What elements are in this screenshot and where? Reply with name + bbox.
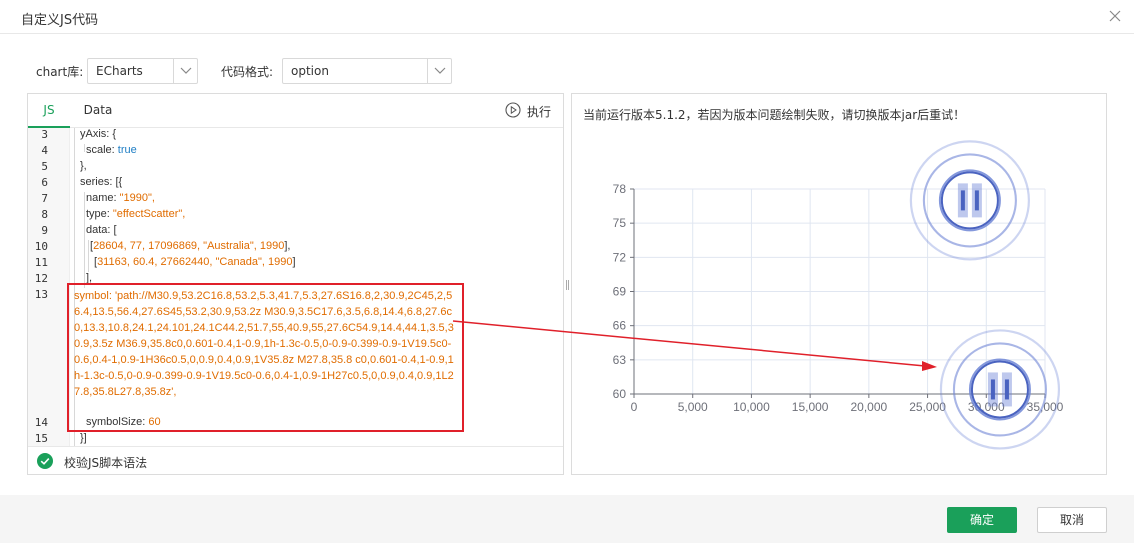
code-line: series: [{ (80, 176, 123, 188)
line-number: 15 (34, 432, 48, 445)
x-tick-label: 25,000 (909, 400, 946, 414)
chevron-down-icon (173, 59, 197, 83)
dialog-footer: 确定 取消 (0, 495, 1134, 543)
panel-splitter[interactable] (566, 280, 569, 290)
validate-label: 校验JS脚本语法 (64, 456, 148, 470)
play-icon (505, 102, 521, 118)
code-line: }, (80, 160, 87, 172)
code-line: scale: true (86, 144, 137, 156)
code-line: yAxis: { (80, 128, 117, 140)
code-area[interactable]: 3 4 5 6 7 8 9 10 11 12 13 14 15 yAxis: {… (28, 128, 563, 446)
scatter-chart: 60 63 66 69 72 75 78 0 5,000 10,000 15,000 20,000 25… (613, 140, 1064, 450)
data-point-bar (960, 190, 965, 211)
code-line: type: "effectScatter", (86, 208, 186, 220)
chart-lib-select[interactable]: ECharts (87, 58, 198, 84)
y-tick-label: 72 (613, 250, 627, 264)
code-editor-panel: JS Data 执行 3 4 5 6 7 8 9 10 11 12 13 14 … (27, 93, 564, 475)
indent-guide (88, 240, 89, 272)
line-number: 6 (41, 176, 48, 189)
ripple-ring (922, 153, 1017, 248)
tab-js[interactable]: JS (28, 94, 70, 128)
code-line-symbol: symbol: 'path://M30.9,53.2C16.8,53.2,5.3… (74, 290, 454, 398)
line-number: 12 (34, 272, 48, 285)
validate-js-button[interactable]: 校验JS脚本语法 (28, 446, 563, 474)
y-tick-label: 69 (613, 285, 627, 299)
check-circle-icon (37, 453, 53, 469)
line-number: 7 (41, 192, 48, 205)
code-line: symbolSize: 60 (86, 416, 161, 428)
close-icon[interactable] (1106, 7, 1124, 25)
line-number: 13 (34, 288, 48, 301)
ripple-ring (939, 329, 1061, 450)
x-tick-label: 20,000 (851, 400, 888, 414)
code-line: name: "1990", (86, 192, 155, 204)
confirm-button[interactable]: 确定 (947, 507, 1017, 533)
run-label: 执行 (527, 105, 552, 119)
options-row: chart库: ECharts 代码格式: option (0, 58, 1134, 84)
code-line: ], (86, 272, 93, 284)
y-tick-label: 75 (613, 216, 627, 230)
ripple-ring (938, 169, 1001, 232)
ripple-ring (952, 342, 1047, 437)
code-line: data: [ (86, 224, 117, 236)
ripple-ring (909, 140, 1030, 261)
dialog-title: 自定义JS代码 (21, 13, 99, 28)
data-point-symbol (940, 171, 999, 230)
y-tick-label: 63 (613, 353, 627, 367)
y-tick-label: 78 (613, 182, 627, 196)
line-number: 4 (41, 144, 48, 157)
chart-lib-label: chart库: (36, 65, 84, 79)
x-tick-label: 10,000 (733, 400, 770, 414)
x-tick-label: 15,000 (792, 400, 829, 414)
data-point-bar (990, 379, 995, 400)
tab-data[interactable]: Data (78, 94, 118, 128)
line-number: 9 (41, 224, 48, 237)
line-number: 10 (34, 240, 48, 253)
x-tick-label: 0 (631, 400, 638, 414)
code-format-select[interactable]: option (282, 58, 452, 84)
line-number-gutter: 3 4 5 6 7 8 9 10 11 12 13 14 15 (28, 128, 70, 446)
code-line: [28604, 77, 17096869, "Australia", 1990]… (90, 240, 291, 252)
chart-lib-value: ECharts (96, 64, 143, 78)
line-number: 11 (34, 256, 48, 269)
indent-guide (84, 144, 85, 152)
y-tick-label: 60 (613, 387, 627, 401)
data-point-bar (974, 190, 979, 211)
indent-guide (84, 192, 85, 288)
line-number: 3 (41, 128, 48, 141)
cancel-button[interactable]: 取消 (1037, 507, 1107, 533)
chart-preview-panel: 当前运行版本5.1.2，若因为版本问题绘制失败，请切换版本jar后重试！ 60 6… (571, 93, 1107, 475)
x-tick-label: 5,000 (678, 400, 708, 414)
line-number: 8 (41, 208, 48, 221)
chevron-down-icon (427, 59, 451, 83)
code-format-value: option (291, 64, 329, 78)
run-button[interactable]: 执行 (505, 101, 553, 121)
code-line: [31163, 60.4, 27662440, "Canada", 1990] (94, 256, 296, 268)
line-number: 5 (41, 160, 48, 173)
editor-tabs: JS Data 执行 (28, 94, 563, 128)
code-line: }] (80, 432, 87, 444)
y-tick-label: 66 (613, 319, 627, 333)
dialog-header: 自定义JS代码 (0, 0, 1134, 34)
data-point-bar (1004, 379, 1009, 400)
code-format-label: 代码格式: (221, 65, 274, 79)
line-number: 14 (34, 416, 48, 429)
